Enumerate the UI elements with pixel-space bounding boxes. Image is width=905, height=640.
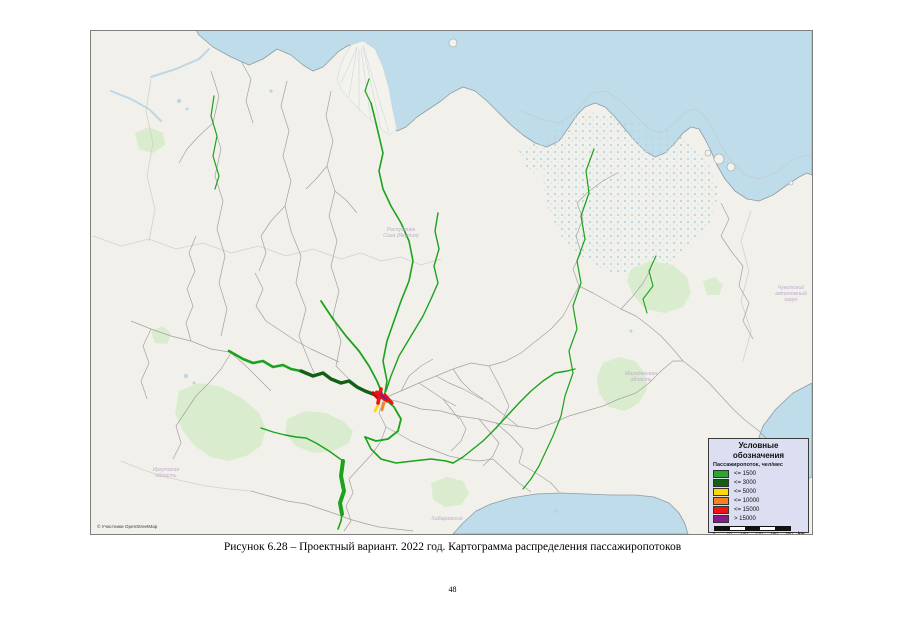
legend-item: <= 15000 — [713, 505, 804, 514]
legend-subtitle: Пассажиропоток, чел/мес — [713, 462, 804, 468]
island — [714, 154, 724, 164]
document-page: РеспубликаСаха (Якутия)ИркутскаяобластьМ… — [0, 0, 905, 640]
legend-swatch-purple — [713, 515, 729, 523]
map-figure[interactable]: РеспубликаСаха (Якутия)ИркутскаяобластьМ… — [90, 30, 813, 535]
osm-attribution: © Участники OpenStreetMap — [97, 523, 158, 529]
legend-swatch-darkgreen — [713, 479, 729, 487]
scale-tick: 140 — [740, 531, 748, 535]
region-label: Иркутскаяобласть — [153, 467, 180, 479]
legend-item: <= 10000 — [713, 496, 804, 505]
legend-item-label: <= 3000 — [734, 480, 756, 486]
legend-item-label: <= 5000 — [734, 489, 756, 495]
island — [449, 39, 457, 47]
legend-item-label: <= 15000 — [734, 507, 759, 513]
scale-tick: 280 — [770, 531, 778, 535]
lake — [554, 509, 558, 513]
legend-title: Условные обозначения — [713, 441, 804, 461]
lake — [177, 99, 181, 103]
legend-item: <= 1500 — [713, 469, 804, 478]
legend-item: <= 3000 — [713, 478, 804, 487]
lake — [186, 108, 189, 111]
island — [705, 150, 711, 156]
lake — [630, 330, 633, 333]
scale-bar: 0 70 140 210 280 350 km — [713, 526, 804, 535]
legend-item-label: <= 1500 — [734, 471, 756, 477]
scale-tick: 70 — [726, 531, 731, 535]
lake — [269, 89, 272, 92]
island — [727, 163, 735, 171]
scale-tick: 350 — [785, 531, 793, 535]
scale-tick: 0 — [713, 531, 716, 535]
scale-bar-ticks: 0 70 140 210 280 350 km — [714, 531, 806, 535]
page-number: 48 — [0, 585, 905, 594]
scale-tick: 210 — [755, 531, 763, 535]
region-label: РеспубликаСаха (Якутия) — [383, 227, 419, 239]
legend-item: > 15000 — [713, 514, 804, 523]
figure-caption: Рисунок 6.28 – Проектный вариант. 2022 г… — [0, 541, 905, 553]
legend-swatch-yellow — [713, 488, 729, 496]
legend-item-label: <= 10000 — [734, 498, 759, 504]
lake — [184, 374, 188, 378]
legend-item-label: > 15000 — [734, 516, 756, 522]
map-legend: Условные обозначения Пассажиропоток, чел… — [708, 438, 809, 533]
lake — [193, 382, 196, 385]
legend-swatch-orange — [713, 497, 729, 505]
map-canvas[interactable]: РеспубликаСаха (Якутия)ИркутскаяобластьМ… — [91, 31, 812, 534]
legend-item: <= 5000 — [713, 487, 804, 496]
region-label: Хабаровский — [430, 515, 462, 522]
legend-swatch-green — [713, 470, 729, 478]
scale-unit: km — [798, 531, 805, 535]
legend-swatch-red — [713, 506, 729, 514]
island — [789, 181, 793, 185]
